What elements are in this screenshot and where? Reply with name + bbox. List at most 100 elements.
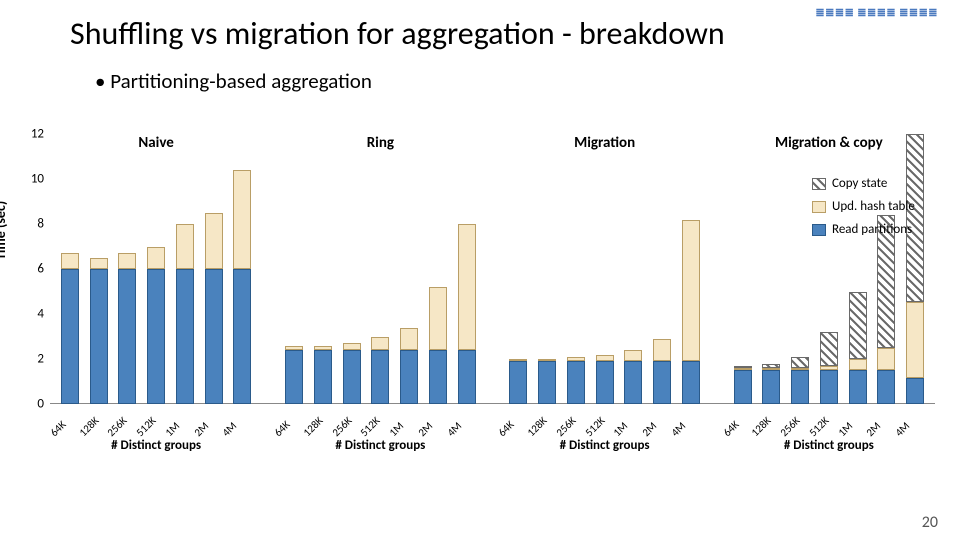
y-axis-label: Time (sec) xyxy=(0,201,9,260)
bar-segment-read xyxy=(596,361,614,404)
x-tick: 64K xyxy=(47,417,69,439)
x-tick: 512K xyxy=(806,417,828,439)
bar-segment-read xyxy=(624,361,642,404)
x-tick: 1M xyxy=(162,417,184,439)
x-tick: 4M xyxy=(669,417,691,439)
y-tick: 8 xyxy=(22,217,44,232)
bar xyxy=(567,357,585,404)
bar-segment-read xyxy=(176,269,194,404)
bar-segment-read xyxy=(147,269,165,404)
bar-segment-read xyxy=(205,269,223,404)
legend-label: Read partitions xyxy=(832,222,912,237)
x-axis-label: # Distinct groups xyxy=(723,438,935,453)
bar xyxy=(343,343,361,404)
bar-segment-read xyxy=(653,361,671,404)
x-tick: 128K xyxy=(76,417,98,439)
legend: Copy stateUpd. hash tableRead partitions xyxy=(812,168,942,245)
bar-segment-read xyxy=(90,269,108,404)
bar-segment-read xyxy=(682,361,700,404)
x-tick: 256K xyxy=(553,417,575,439)
bar xyxy=(314,346,332,405)
bar xyxy=(118,253,136,404)
bar xyxy=(509,359,527,404)
bar xyxy=(233,170,251,404)
x-tick: 256K xyxy=(778,417,800,439)
bar-segment-upd xyxy=(371,337,389,351)
legend-item: Upd. hash table xyxy=(812,199,942,214)
x-tick: 4M xyxy=(220,417,242,439)
bar-segment-read xyxy=(906,378,924,404)
bar-segment-read xyxy=(877,370,895,404)
bar-segment-read xyxy=(820,370,838,404)
x-tick: 256K xyxy=(329,417,351,439)
x-tick: 128K xyxy=(300,417,322,439)
bar xyxy=(596,355,614,405)
y-tick: 4 xyxy=(22,307,44,322)
x-tick: 64K xyxy=(496,417,518,439)
x-tick: 2M xyxy=(640,417,662,439)
bar xyxy=(849,292,867,405)
bar xyxy=(147,247,165,405)
bar-segment-copy xyxy=(734,366,752,368)
bar-segment-upd xyxy=(400,328,418,351)
bar-segment-read xyxy=(118,269,136,404)
legend-swatch xyxy=(812,178,826,190)
bar-segment-read xyxy=(791,370,809,404)
bar xyxy=(682,220,700,405)
bar-segment-upd xyxy=(176,224,194,269)
legend-label: Upd. hash table xyxy=(832,199,915,214)
bar-segment-upd xyxy=(147,247,165,270)
bar-segment-copy xyxy=(820,332,838,366)
bar xyxy=(429,287,447,404)
bar xyxy=(285,346,303,405)
bar xyxy=(371,337,389,405)
x-axis-label: # Distinct groups xyxy=(50,438,262,453)
bar-segment-upd xyxy=(61,253,79,269)
bar-segment-read xyxy=(762,370,780,404)
y-tick: 10 xyxy=(22,172,44,187)
bar-segment-upd xyxy=(205,213,223,269)
bar-segment-upd xyxy=(653,339,671,362)
bar-segment-upd xyxy=(233,170,251,269)
y-tick: 12 xyxy=(22,127,44,142)
ibm-logo: ≣≣≣≣ ≣≣≣≣ ≣≣≣≣ xyxy=(815,10,938,16)
x-axis-label: # Distinct groups xyxy=(274,438,486,453)
x-tick: 512K xyxy=(358,417,380,439)
x-tick: 256K xyxy=(105,417,127,439)
legend-swatch xyxy=(812,201,826,213)
bar-segment-upd xyxy=(90,258,108,269)
chart-area: Naive64K128K256K512K1M2M4M# Distinct gro… xyxy=(50,134,935,404)
bar-segment-read xyxy=(61,269,79,404)
bar xyxy=(90,258,108,404)
x-tick: 2M xyxy=(864,417,886,439)
bar xyxy=(61,253,79,404)
bar-segment-read xyxy=(538,361,556,404)
x-tick: 1M xyxy=(835,417,857,439)
bar xyxy=(820,332,838,404)
bar xyxy=(538,359,556,404)
bar xyxy=(653,339,671,404)
bar-segment-upd xyxy=(596,355,614,362)
x-tick: 4M xyxy=(893,417,915,439)
bar-segment-read xyxy=(567,361,585,404)
bar-segment-upd xyxy=(118,253,136,269)
x-tick: 128K xyxy=(525,417,547,439)
x-tick: 4M xyxy=(444,417,466,439)
bar-segment-upd xyxy=(343,343,361,350)
x-tick: 2M xyxy=(191,417,213,439)
y-tick: 2 xyxy=(22,352,44,367)
bar xyxy=(400,328,418,405)
legend-swatch xyxy=(812,224,826,236)
y-tick: 6 xyxy=(22,262,44,277)
page-number: 20 xyxy=(922,513,938,532)
bar-segment-copy xyxy=(762,364,780,369)
bar xyxy=(762,364,780,405)
bar-segment-read xyxy=(734,370,752,404)
y-tick: 0 xyxy=(22,397,44,412)
x-tick: 2M xyxy=(415,417,437,439)
bar xyxy=(734,366,752,404)
x-tick: 1M xyxy=(387,417,409,439)
bar-segment-upd xyxy=(429,287,447,350)
bar-segment-read xyxy=(509,361,527,404)
bar-segment-copy xyxy=(849,292,867,360)
